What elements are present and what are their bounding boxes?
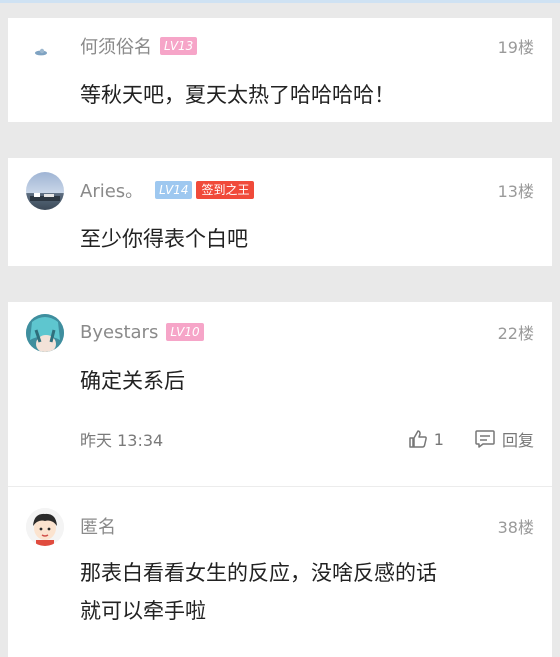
comment-card: Aries。 LV14 签到之王 13楼 至少你得表个白吧 [0, 150, 560, 274]
floor-number: 19楼 [497, 38, 534, 57]
avatar[interactable] [26, 508, 64, 546]
comment-actions: 昨天 13:34 1 回复 [80, 426, 534, 452]
like-button[interactable]: 1 [408, 429, 444, 449]
top-divider [0, 0, 560, 3]
comment-meta: 何须俗名 LV13 19楼 [80, 32, 534, 60]
comment-bubble-icon [475, 430, 495, 448]
reply-label: 回复 [501, 431, 534, 450]
comment-meta: Aries。 LV14 签到之王 13楼 [80, 176, 534, 204]
comment-card: 何须俗名 LV13 19楼 等秋天吧，夏天太热了哈哈哈哈！ [0, 10, 560, 130]
cloud-avatar-icon [35, 48, 47, 56]
anonymous-avatar-icon [26, 508, 64, 546]
comment-card: Byestars LV10 22楼 确定关系后 昨天 13:34 1 回复 匿名… [0, 294, 560, 657]
floor-number: 13楼 [497, 182, 534, 201]
comment: Aries。 LV14 签到之王 13楼 至少你得表个白吧 [8, 158, 552, 266]
title-badge: 签到之王 [196, 181, 255, 199]
level-badge: LV14 [155, 181, 193, 199]
comment-meta: 匿名 38楼 [80, 512, 534, 540]
comment: 何须俗名 LV13 19楼 等秋天吧，夏天太热了哈哈哈哈！ [8, 18, 552, 122]
comment-content: 等秋天吧，夏天太热了哈哈哈哈！ [80, 83, 395, 107]
username[interactable]: 匿名 [80, 513, 116, 539]
username[interactable]: Byestars [80, 322, 158, 343]
timestamp: 昨天 13:34 [80, 431, 164, 450]
comment: Byestars LV10 22楼 确定关系后 昨天 13:34 1 回复 匿名… [8, 302, 552, 657]
avatar[interactable] [22, 30, 60, 68]
landscape-avatar-icon [30, 193, 60, 201]
avatar[interactable] [26, 314, 64, 352]
anime-avatar-icon [26, 314, 64, 352]
floor-number: 38楼 [497, 518, 534, 537]
floor-number: 22楼 [497, 324, 534, 343]
comment-content-line: 那表白看看女生的反应，没啥反感的话 [80, 561, 437, 585]
comment-content-line: 就可以牵手啦 [80, 599, 206, 623]
thumbs-up-icon [409, 430, 427, 448]
section-divider [8, 486, 552, 487]
like-count: 1 [433, 429, 444, 449]
comment-content: 确定关系后 [80, 369, 185, 393]
avatar[interactable] [26, 172, 64, 210]
username[interactable]: 何须俗名 [80, 33, 152, 59]
comment-content: 至少你得表个白吧 [80, 227, 248, 251]
reply-button[interactable]: 回复 [474, 427, 534, 451]
level-badge: LV13 [160, 37, 198, 55]
comment-content: 那表白看看女生的反应，没啥反感的话 就可以牵手啦 [80, 554, 528, 630]
level-badge: LV10 [166, 323, 204, 341]
username[interactable]: Aries。 [80, 177, 143, 203]
comment-meta: Byestars LV10 22楼 [80, 318, 534, 346]
